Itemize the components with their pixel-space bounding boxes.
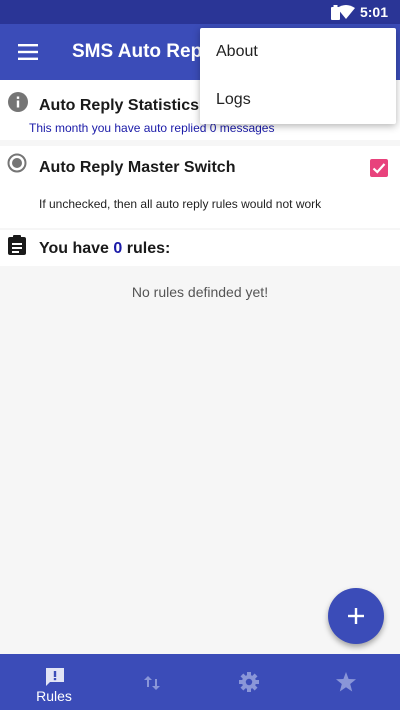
- rules-heading: You have 0 rules:: [39, 240, 170, 258]
- rules-feedback-icon: [46, 668, 64, 686]
- rules-heading-suffix: rules:: [122, 240, 171, 257]
- nav-item-star[interactable]: [295, 654, 395, 710]
- rules-header-card: You have 0 rules:: [0, 230, 400, 266]
- wifi-icon: [337, 5, 355, 19]
- clipboard-icon: [8, 235, 26, 255]
- overflow-menu: About Logs: [200, 28, 396, 124]
- menu-item-logs[interactable]: Logs: [200, 76, 396, 124]
- master-switch-checkbox[interactable]: [370, 159, 388, 177]
- gear-icon: [239, 672, 259, 692]
- nav-item-rules[interactable]: Rules: [4, 654, 104, 710]
- rules-count: 0: [113, 240, 123, 257]
- master-switch-description: If unchecked, then all auto reply rules …: [39, 197, 322, 211]
- master-switch-card: Auto Reply Master Switch If unchecked, t…: [0, 146, 400, 228]
- nav-item-transfer[interactable]: [101, 654, 201, 710]
- info-icon: [8, 92, 28, 112]
- statistics-title: Auto Reply Statistics: [39, 97, 200, 114]
- add-icon: [348, 608, 364, 624]
- add-rule-button[interactable]: [328, 588, 384, 644]
- nav-item-settings[interactable]: [198, 654, 298, 710]
- star-icon: [336, 672, 356, 692]
- checkmark-icon: [372, 163, 386, 174]
- menu-icon[interactable]: [18, 44, 38, 60]
- status-time: 5:01: [359, 4, 388, 20]
- transfer-arrows-icon: [144, 676, 160, 690]
- master-switch-title: Auto Reply Master Switch: [39, 159, 236, 176]
- nav-label-rules: Rules: [36, 688, 72, 704]
- app-title: SMS Auto Reply: [72, 41, 219, 62]
- empty-rules-message: No rules definded yet!: [131, 284, 269, 300]
- menu-item-about[interactable]: About: [200, 28, 396, 76]
- rules-heading-prefix: You have: [39, 240, 114, 257]
- status-bar: 5:01: [0, 0, 400, 24]
- radio-icon: [7, 153, 27, 173]
- bottom-navigation: Rules: [0, 654, 400, 710]
